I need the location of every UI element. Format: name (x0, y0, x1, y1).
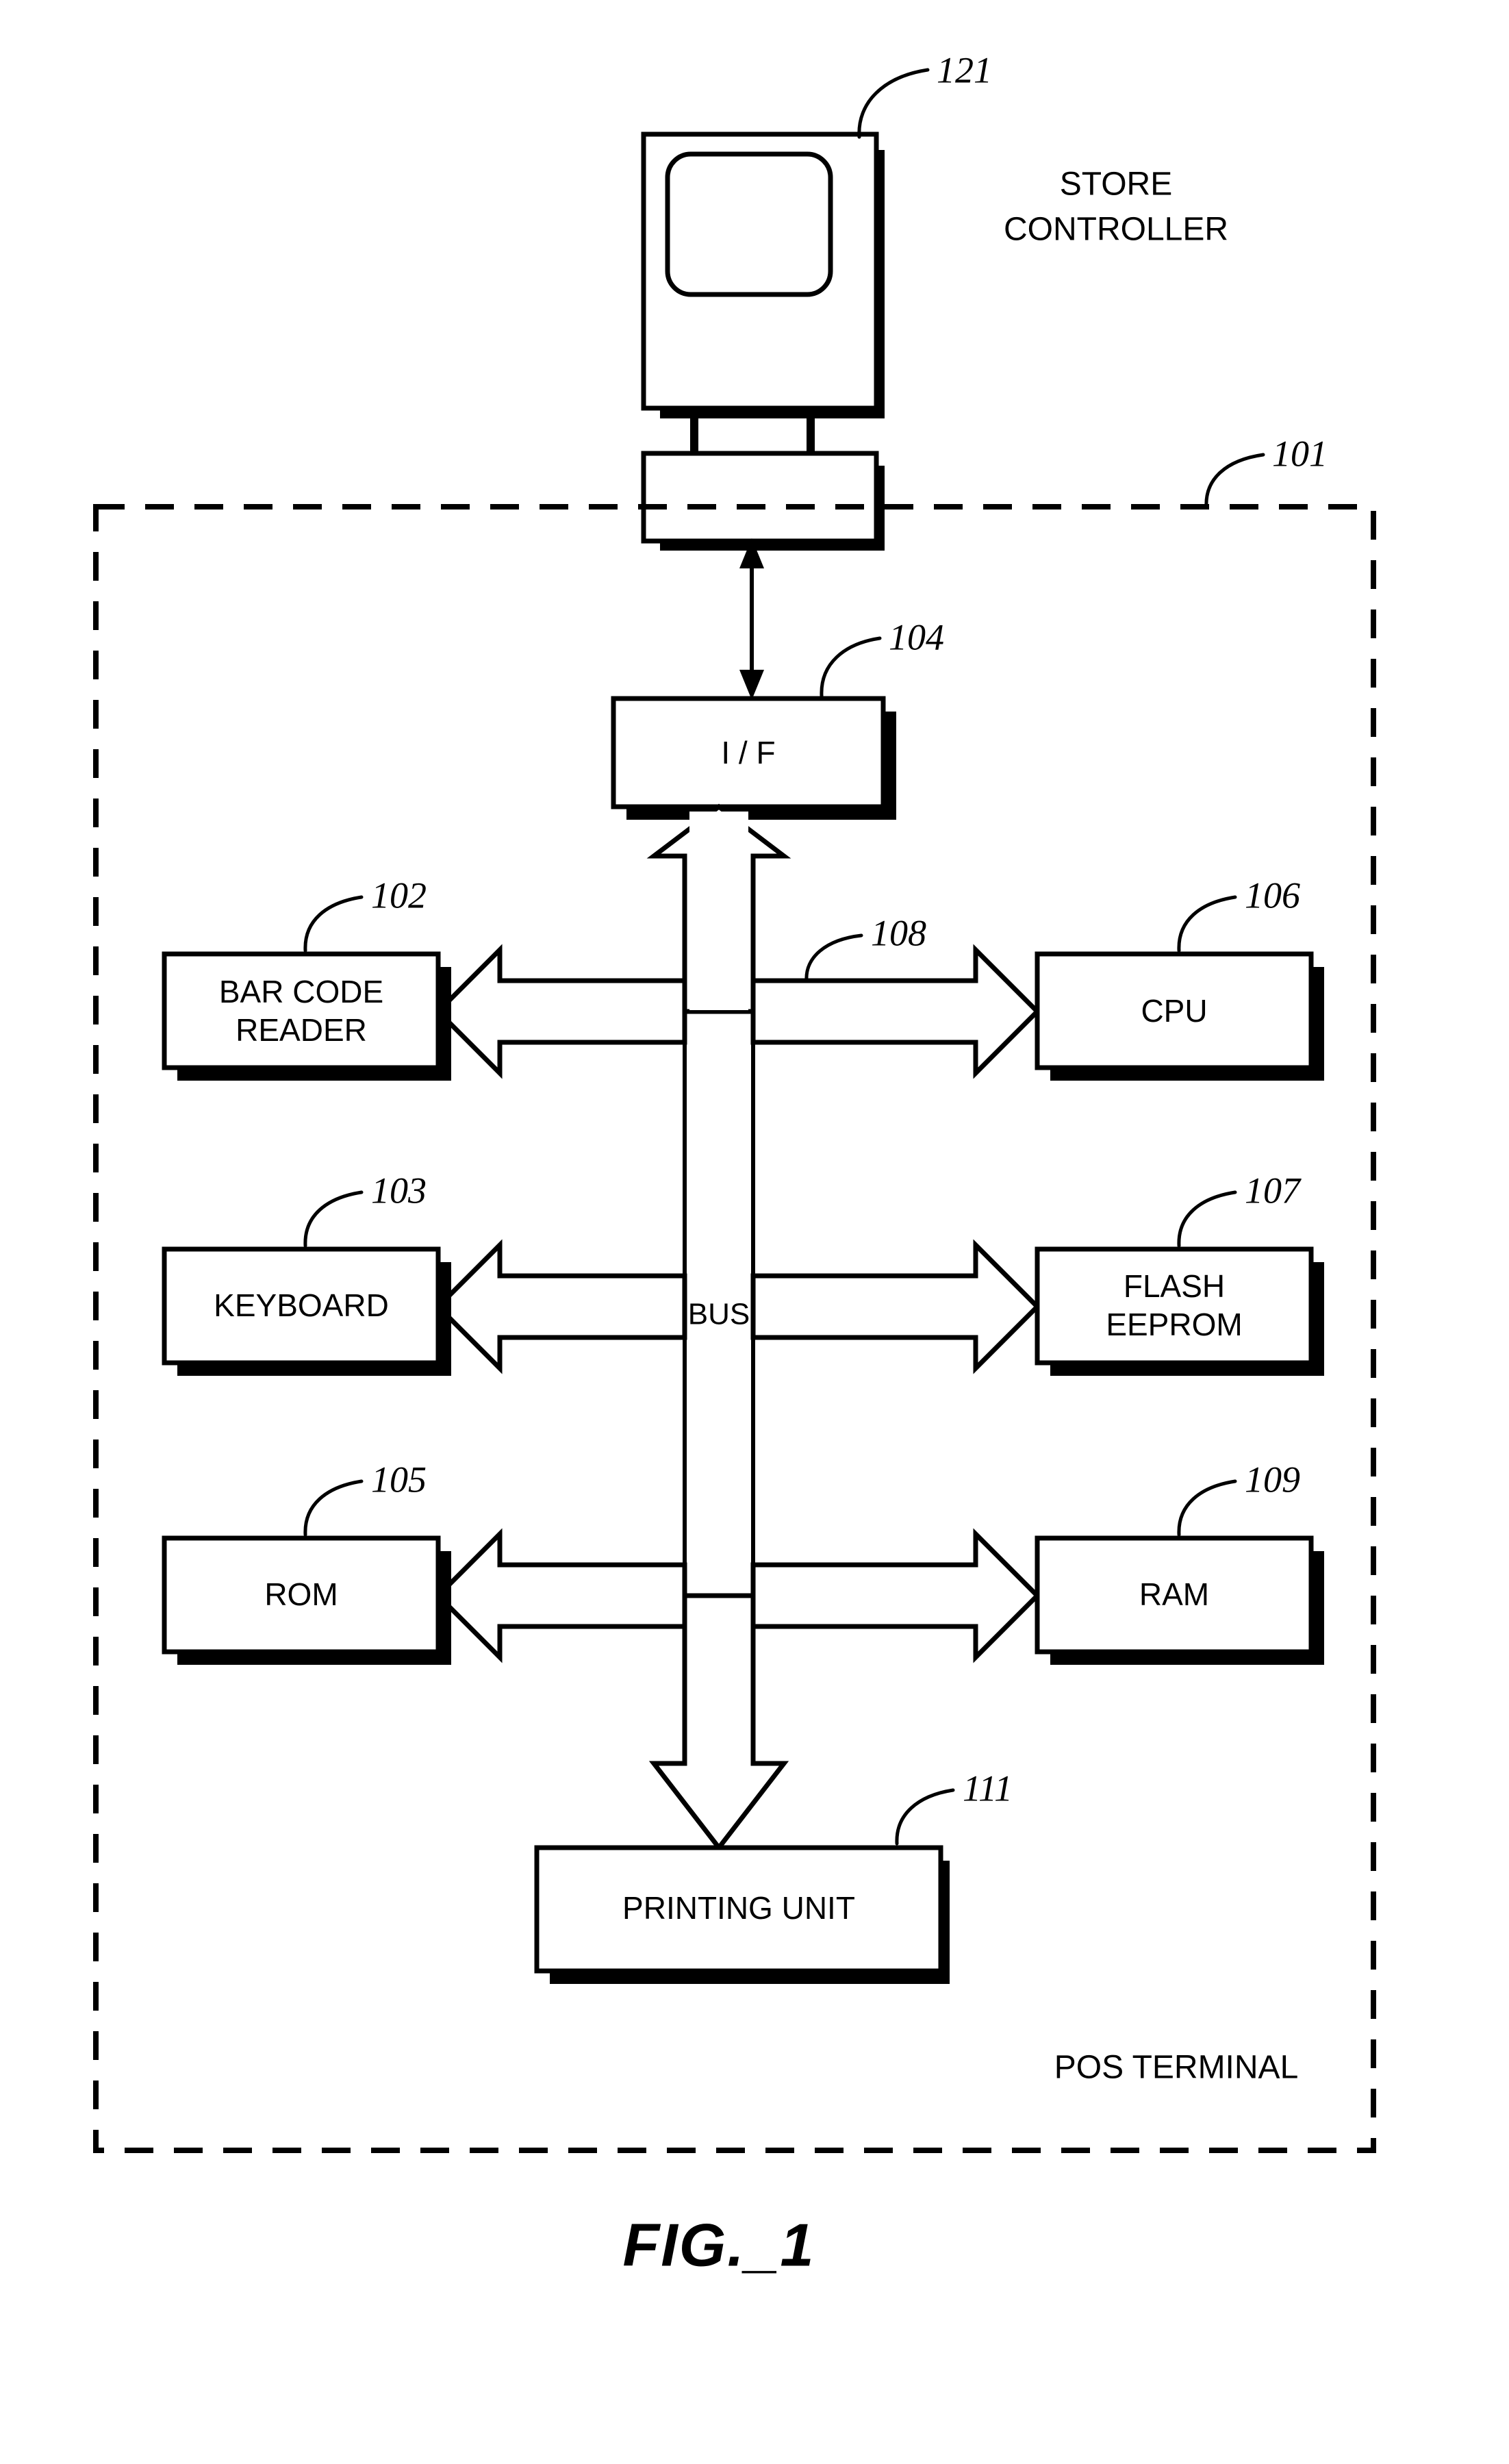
ref-number-103: 103 (371, 1170, 427, 1211)
ref-leader-102 (303, 895, 364, 953)
block-bar-code-reader[interactable]: BAR CODE READER (162, 951, 451, 1081)
ref-number-108: 108 (871, 912, 926, 953)
ref-number-104: 104 (889, 616, 944, 657)
ref-leader-121 (857, 68, 930, 139)
block-cpu[interactable]: CPU (1035, 951, 1324, 1081)
block-label-bar-code-line1: BAR CODE (219, 974, 383, 1009)
ref-number-107: 107 (1245, 1170, 1302, 1211)
store-controller-label-line1: STORE (1060, 166, 1172, 203)
ref-leader-104 (820, 636, 882, 698)
block-label-flash-line2: EEPROM (1106, 1307, 1242, 1342)
ref-number-109: 109 (1245, 1459, 1300, 1500)
ref-number-106: 106 (1245, 875, 1300, 916)
block-label-ram: RAM (1139, 1576, 1209, 1612)
block-printing-unit[interactable]: PRINTING UNIT (534, 1845, 950, 1984)
ref-leader-106 (1177, 895, 1237, 953)
store-controller-label-line2: CONTROLLER (1004, 212, 1228, 248)
ref-number-121: 121 (937, 49, 992, 90)
block-rom[interactable]: ROM (162, 1535, 451, 1665)
controller-interface-link (739, 538, 764, 700)
block-flash-eeprom[interactable]: FLASH EEPROM (1035, 1246, 1324, 1376)
ref-leader-103 (303, 1190, 364, 1248)
block-label-if: I / F (721, 735, 775, 770)
ref-leader-101 (1204, 453, 1265, 509)
block-label-bar-code-line2: READER (236, 1012, 367, 1048)
figure-canvas: 121 STORE CONTROLLER 101 I / F 104 CPU -… (93, 49, 1376, 2278)
figure-caption: FIG._1 (623, 2211, 815, 2278)
ref-leader-108 (804, 933, 863, 983)
ref-number-111: 111 (963, 1768, 1013, 1809)
ref-leader-107 (1177, 1190, 1237, 1248)
store-controller-icon (641, 131, 885, 551)
block-keyboard[interactable]: KEYBOARD (162, 1246, 451, 1376)
bus-label: BUS (688, 1298, 750, 1331)
block-label-rom: ROM (264, 1576, 338, 1612)
block-ram[interactable]: RAM (1035, 1535, 1324, 1665)
ref-number-102: 102 (371, 875, 427, 916)
ref-leader-105 (303, 1479, 364, 1537)
ref-number-101: 101 (1272, 433, 1328, 474)
ref-leader-111 (895, 1788, 955, 1846)
block-label-keyboard: KEYBOARD (214, 1287, 389, 1323)
block-if[interactable]: I / F (611, 696, 896, 820)
pos-terminal-label: POS TERMINAL (1054, 2050, 1299, 2086)
block-label-flash-line1: FLASH (1124, 1268, 1225, 1304)
ref-leader-109 (1177, 1479, 1237, 1537)
block-label-cpu: CPU (1141, 993, 1207, 1029)
ref-number-105: 105 (371, 1459, 427, 1500)
patent-figure-page: 121 STORE CONTROLLER 101 I / F 104 CPU -… (0, 0, 1509, 2464)
block-label-printing-unit: PRINTING UNIT (622, 1890, 855, 1926)
